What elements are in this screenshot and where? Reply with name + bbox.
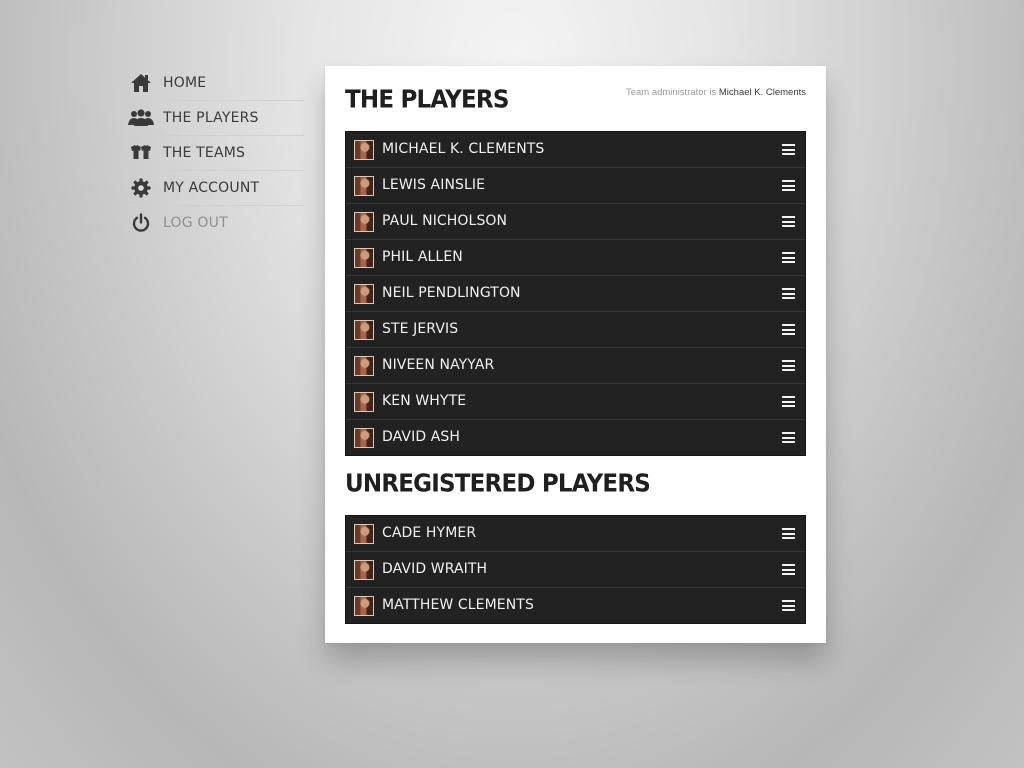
list-item[interactable]: Paul Nicholson — [346, 203, 805, 239]
menu-icon[interactable] — [782, 432, 795, 443]
avatar — [354, 140, 374, 160]
player-name: Michael K. Clements — [382, 141, 545, 157]
list-item[interactable]: Niveen Nayyar — [346, 347, 805, 383]
list-item[interactable]: Neil Pendlington — [346, 275, 805, 311]
avatar — [354, 392, 374, 412]
list-item[interactable]: Ken Whyte — [346, 383, 805, 419]
player-name: David Ash — [382, 429, 461, 445]
avatar — [354, 176, 374, 196]
player-name: Phil Allen — [382, 249, 463, 265]
shirts-icon — [126, 141, 156, 165]
sidebar-item-players[interactable]: The Players — [126, 101, 304, 136]
sidebar-item-label: The Teams — [163, 145, 246, 161]
player-name: Ste Jervis — [382, 321, 459, 337]
list-item[interactable]: Matthew Clements — [346, 587, 805, 623]
avatar — [354, 248, 374, 268]
menu-icon[interactable] — [782, 528, 795, 539]
unregistered-title: Unregistered Players — [345, 469, 651, 498]
users-icon — [126, 106, 156, 130]
list-item[interactable]: Michael K. Clements — [346, 132, 805, 167]
menu-icon[interactable] — [782, 180, 795, 191]
avatar — [354, 212, 374, 232]
admin-note: Team administrator is Michael K. Clement… — [626, 87, 806, 98]
player-name: Matthew Clements — [382, 597, 534, 613]
gear-icon — [126, 176, 156, 200]
sidebar-item-teams[interactable]: The Teams — [126, 136, 304, 171]
avatar — [354, 284, 374, 304]
list-item[interactable]: Lewis Ainslie — [346, 167, 805, 203]
avatar — [354, 560, 374, 580]
avatar — [354, 596, 374, 616]
player-name: David Wraith — [382, 561, 488, 577]
list-item[interactable]: Phil Allen — [346, 239, 805, 275]
players-list: Michael K. Clements Lewis Ainslie Paul N… — [345, 131, 806, 456]
menu-icon[interactable] — [782, 216, 795, 227]
sidebar-item-label: The Players — [163, 110, 259, 126]
menu-icon[interactable] — [782, 396, 795, 407]
avatar — [354, 356, 374, 376]
list-item[interactable]: Cade Hymer — [346, 516, 805, 551]
list-item[interactable]: David Ash — [346, 419, 805, 455]
sidebar-item-account[interactable]: My Account — [126, 171, 304, 206]
players-panel: The Players Team administrator is Michae… — [325, 66, 826, 643]
sidebar-item-logout[interactable]: Log Out — [126, 206, 304, 240]
menu-icon[interactable] — [782, 288, 795, 299]
menu-icon[interactable] — [782, 564, 795, 575]
avatar — [354, 320, 374, 340]
list-item[interactable]: David Wraith — [346, 551, 805, 587]
home-icon — [126, 71, 156, 95]
player-name: Niveen Nayyar — [382, 357, 495, 373]
power-icon — [126, 211, 156, 235]
panel-header: The Players Team administrator is Michae… — [325, 66, 826, 131]
player-name: Paul Nicholson — [382, 213, 508, 229]
admin-name: Michael K. Clements — [718, 87, 806, 98]
player-name: Neil Pendlington — [382, 285, 521, 301]
avatar — [354, 524, 374, 544]
menu-icon[interactable] — [782, 144, 795, 155]
list-item[interactable]: Ste Jervis — [346, 311, 805, 347]
menu-icon[interactable] — [782, 252, 795, 263]
sidebar-item-label: My Account — [163, 180, 260, 196]
sidebar-item-label: Log Out — [163, 215, 228, 231]
unregistered-list: Cade Hymer David Wraith Matthew Clements — [345, 515, 806, 624]
sidebar-nav: Home The Players The Teams — [126, 66, 304, 240]
menu-icon[interactable] — [782, 600, 795, 611]
menu-icon[interactable] — [782, 360, 795, 371]
admin-prefix: Team administrator is — [625, 87, 719, 98]
player-name: Ken Whyte — [382, 393, 467, 409]
menu-icon[interactable] — [782, 324, 795, 335]
page-title: The Players — [345, 85, 509, 114]
player-name: Cade Hymer — [382, 525, 477, 541]
avatar — [354, 428, 374, 448]
player-name: Lewis Ainslie — [382, 177, 486, 193]
sidebar-item-label: Home — [163, 75, 207, 91]
unregistered-header: Unregistered Players — [325, 456, 826, 515]
sidebar-item-home[interactable]: Home — [126, 66, 304, 101]
